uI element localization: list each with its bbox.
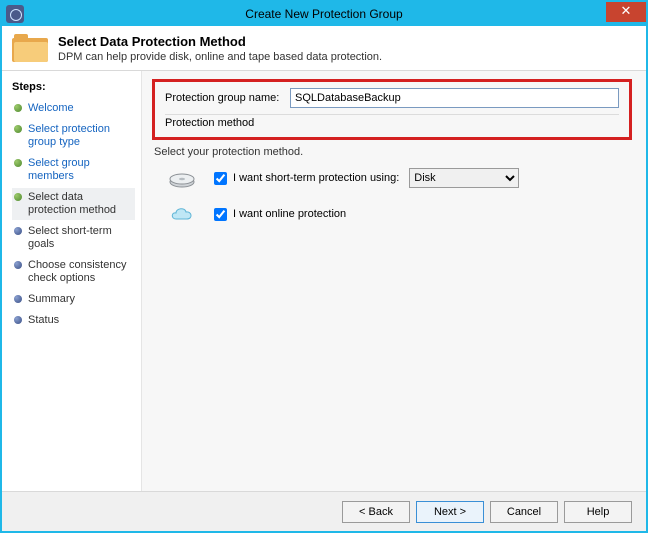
group-name-row: Protection group name: (165, 88, 619, 108)
short-term-row: I want short-term protection using: Disk (168, 168, 632, 188)
step-protection-method[interactable]: Select data protection method (12, 188, 135, 220)
group-name-label: Protection group name: (165, 92, 290, 104)
page-subtitle: DPM can help provide disk, online and ta… (58, 51, 636, 63)
steps-sidebar: Steps: Welcome Select protection group t… (2, 71, 142, 491)
bullet-icon (14, 193, 22, 201)
titlebar: Create New Protection Group ✕ (2, 2, 646, 26)
close-button[interactable]: ✕ (606, 2, 646, 22)
step-group-members[interactable]: Select group members (12, 154, 135, 186)
short-term-label: I want short-term protection using: (233, 172, 399, 184)
step-welcome[interactable]: Welcome (12, 99, 135, 118)
short-term-select[interactable]: Disk (409, 168, 519, 188)
step-summary: Summary (12, 290, 135, 309)
online-checkbox[interactable] (214, 208, 227, 221)
step-consistency-check: Choose consistency check options (12, 256, 135, 288)
group-name-input[interactable] (290, 88, 619, 108)
online-label: I want online protection (233, 208, 346, 220)
short-term-checkbox[interactable] (214, 172, 227, 185)
step-link[interactable]: Select group members (28, 157, 133, 183)
bullet-icon (14, 125, 22, 133)
help-button[interactable]: Help (564, 501, 632, 523)
step-short-term-goals: Select short-term goals (12, 222, 135, 254)
bullet-icon (14, 159, 22, 167)
folder-icon (12, 34, 48, 64)
bullet-icon (14, 227, 22, 235)
method-heading: Protection method (165, 114, 619, 129)
bullet-icon (14, 316, 22, 324)
wizard-window: Create New Protection Group ✕ Select Dat… (0, 0, 648, 533)
online-row: I want online protection (168, 204, 632, 224)
step-label: Select data protection method (28, 191, 133, 217)
step-label: Status (28, 314, 59, 327)
step-link[interactable]: Select protection group type (28, 123, 133, 149)
wizard-header: Select Data Protection Method DPM can he… (2, 26, 646, 71)
main-panel: Protection group name: Protection method… (142, 71, 646, 491)
steps-heading: Steps: (12, 81, 135, 93)
disk-icon (168, 168, 196, 188)
window-title: Create New Protection Group (2, 7, 646, 21)
next-button[interactable]: Next > (416, 501, 484, 523)
step-label: Choose consistency check options (28, 259, 133, 285)
step-group-type[interactable]: Select protection group type (12, 120, 135, 152)
wizard-body: Steps: Welcome Select protection group t… (2, 71, 646, 491)
highlight-box: Protection group name: Protection method (152, 79, 632, 140)
step-label: Summary (28, 293, 75, 306)
page-title: Select Data Protection Method (58, 34, 636, 49)
instruction-text: Select your protection method. (154, 146, 632, 158)
bullet-icon (14, 295, 22, 303)
bullet-icon (14, 261, 22, 269)
step-status: Status (12, 311, 135, 330)
cloud-icon (168, 204, 196, 224)
cancel-button[interactable]: Cancel (490, 501, 558, 523)
bullet-icon (14, 104, 22, 112)
wizard-footer: < Back Next > Cancel Help (2, 491, 646, 531)
step-link[interactable]: Welcome (28, 102, 74, 115)
back-button[interactable]: < Back (342, 501, 410, 523)
step-label: Select short-term goals (28, 225, 133, 251)
